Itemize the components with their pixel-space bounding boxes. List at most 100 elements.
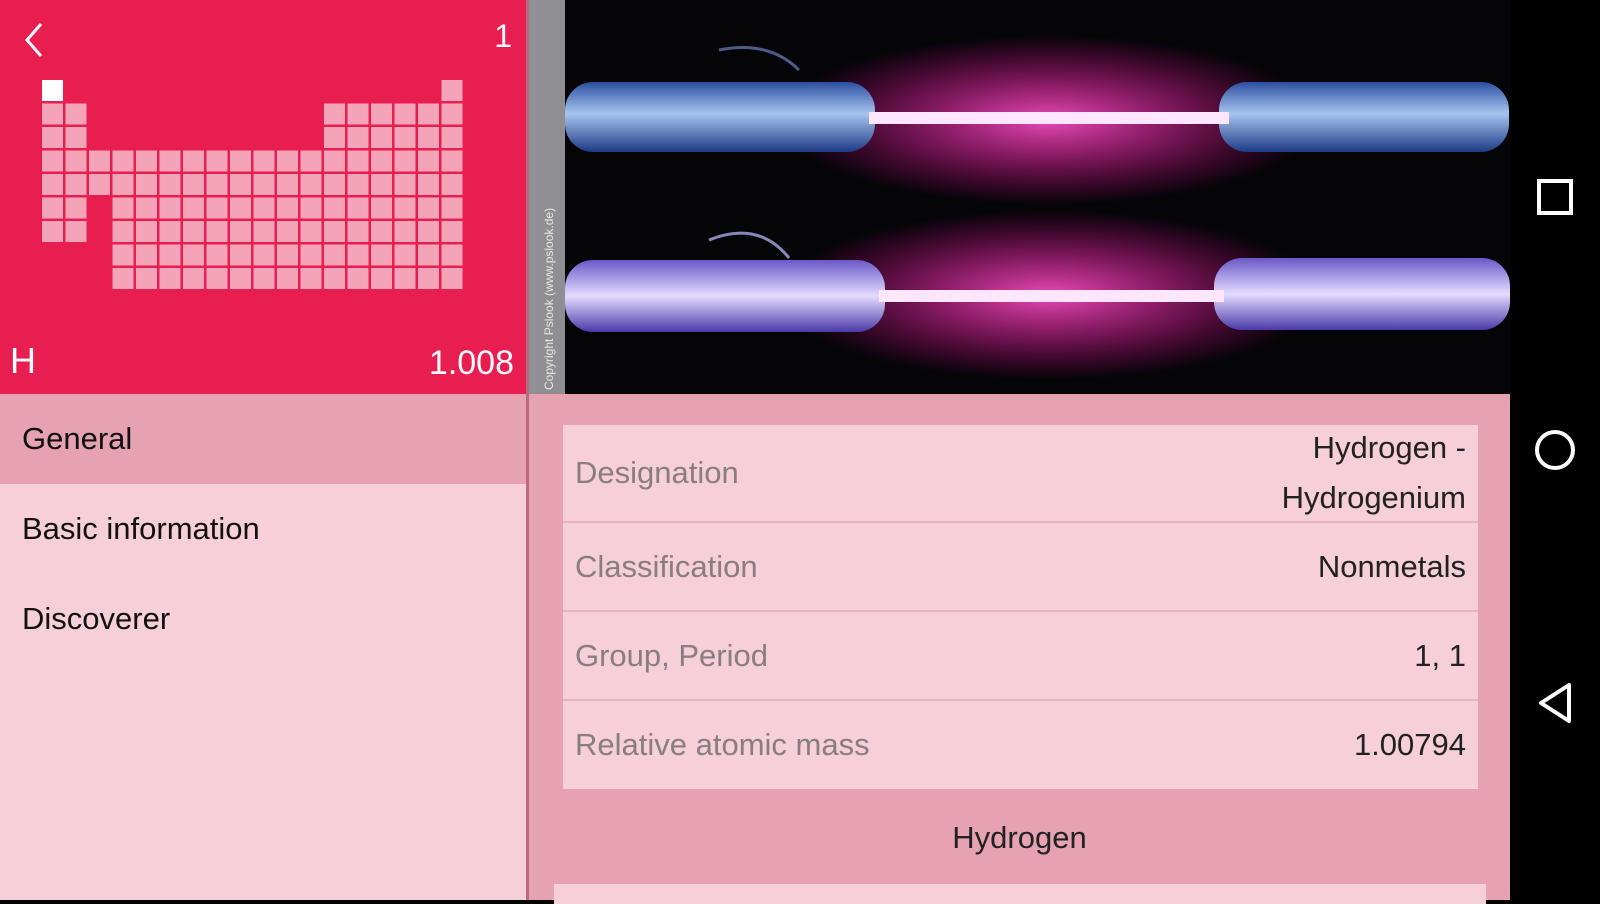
element-symbol: H xyxy=(10,340,36,381)
periodic-cell xyxy=(347,174,369,195)
periodic-cell xyxy=(277,268,298,289)
left-pane: 1 H 1.008 General Basic information Disc… xyxy=(0,0,526,900)
triangle-back-icon xyxy=(1539,683,1571,723)
row-relative-atomic-mass: Relative atomic mass 1.00794 xyxy=(563,701,1478,789)
periodic-cell xyxy=(347,197,369,219)
periodic-cell xyxy=(418,268,439,289)
periodic-cell xyxy=(394,103,416,125)
periodic-cell xyxy=(206,150,228,172)
row-group-period: Group, Period 1, 1 xyxy=(563,612,1478,701)
periodic-cell xyxy=(42,150,63,172)
periodic-cell xyxy=(42,197,63,219)
periodic-cell xyxy=(277,174,298,195)
periodic-cell xyxy=(324,268,345,289)
periodic-cell xyxy=(441,197,463,219)
periodic-cell xyxy=(371,244,392,266)
nav-back-button[interactable] xyxy=(1510,658,1600,748)
row-label: Classification xyxy=(575,548,758,584)
square-icon xyxy=(1537,179,1573,215)
row-classification: Classification Nonmetals xyxy=(563,523,1478,612)
periodic-cell xyxy=(324,127,345,148)
periodic-cell xyxy=(136,174,157,195)
periodic-cell xyxy=(347,150,369,172)
periodic-cell xyxy=(441,174,463,195)
circle-icon xyxy=(1535,430,1575,470)
periodic-cell xyxy=(112,221,134,242)
periodic-cell xyxy=(324,174,345,195)
periodic-cell xyxy=(159,221,181,242)
periodic-cell xyxy=(183,150,204,172)
element-photo: Copyright Pslook (www.pslook.de) xyxy=(529,0,1510,394)
periodic-cell xyxy=(418,103,439,125)
periodic-cell xyxy=(441,150,463,172)
periodic-cell xyxy=(42,221,63,242)
periodic-cell xyxy=(277,244,298,266)
menu-item-discoverer[interactable]: Discoverer xyxy=(0,574,526,664)
home-button[interactable] xyxy=(1510,405,1600,495)
periodic-cell xyxy=(206,268,228,289)
periodic-cell xyxy=(371,174,392,195)
row-label: Designation xyxy=(575,455,739,490)
periodic-cell xyxy=(42,103,63,125)
periodic-cell xyxy=(206,244,228,266)
periodic-cell xyxy=(42,127,63,148)
value-line: Hydrogenium xyxy=(1281,480,1466,515)
back-button[interactable] xyxy=(14,18,54,62)
periodic-table-thumbnail xyxy=(42,80,463,289)
periodic-cell xyxy=(89,174,110,195)
row-value: Hydrogen - Hydrogenium xyxy=(1282,423,1466,523)
periodic-cell xyxy=(347,268,369,289)
periodic-cell xyxy=(347,127,369,148)
periodic-cell xyxy=(371,127,392,148)
periodic-cell xyxy=(112,197,134,219)
periodic-cell xyxy=(441,221,463,242)
periodic-cell xyxy=(230,244,251,266)
periodic-cell xyxy=(347,103,369,125)
periodic-cell xyxy=(394,268,416,289)
periodic-cell xyxy=(206,221,228,242)
periodic-cell xyxy=(159,174,181,195)
periodic-cell xyxy=(253,268,275,289)
periodic-cell xyxy=(347,221,369,242)
periodic-cell xyxy=(441,103,463,125)
periodic-cell xyxy=(324,221,345,242)
periodic-cell xyxy=(394,174,416,195)
periodic-cell xyxy=(371,197,392,219)
periodic-cell xyxy=(394,150,416,172)
periodic-cell xyxy=(441,80,463,101)
periodic-cell xyxy=(253,197,275,219)
next-section-panel xyxy=(554,884,1486,904)
recents-button[interactable] xyxy=(1510,152,1600,242)
periodic-cell xyxy=(206,197,228,219)
periodic-cell xyxy=(300,268,322,289)
periodic-cell xyxy=(112,268,134,289)
value-line: Hydrogen - xyxy=(1312,430,1466,465)
periodic-cell xyxy=(371,268,392,289)
periodic-cell xyxy=(183,174,204,195)
periodic-cell xyxy=(441,127,463,148)
section-menu: General Basic information Discoverer xyxy=(0,394,526,664)
element-card: 1 H 1.008 xyxy=(0,0,526,394)
system-nav-bar xyxy=(1510,0,1600,900)
periodic-cell xyxy=(371,221,392,242)
periodic-cell xyxy=(183,268,204,289)
periodic-cell xyxy=(112,174,134,195)
periodic-cell xyxy=(65,174,87,195)
periodic-cell xyxy=(230,150,251,172)
menu-item-basic-information[interactable]: Basic information xyxy=(0,484,526,574)
periodic-cell xyxy=(277,197,298,219)
periodic-cell xyxy=(418,197,439,219)
periodic-cell xyxy=(300,244,322,266)
periodic-cell xyxy=(324,197,345,219)
row-value: 1, 1 xyxy=(1414,637,1466,673)
periodic-cell xyxy=(418,174,439,195)
periodic-cell xyxy=(183,197,204,219)
row-label: Relative atomic mass xyxy=(575,727,870,762)
menu-item-general[interactable]: General xyxy=(0,394,526,484)
periodic-cell xyxy=(253,221,275,242)
periodic-cell xyxy=(371,103,392,125)
periodic-cell xyxy=(300,221,322,242)
periodic-cell xyxy=(112,150,134,172)
periodic-cell xyxy=(65,197,87,219)
periodic-cell xyxy=(441,244,463,266)
